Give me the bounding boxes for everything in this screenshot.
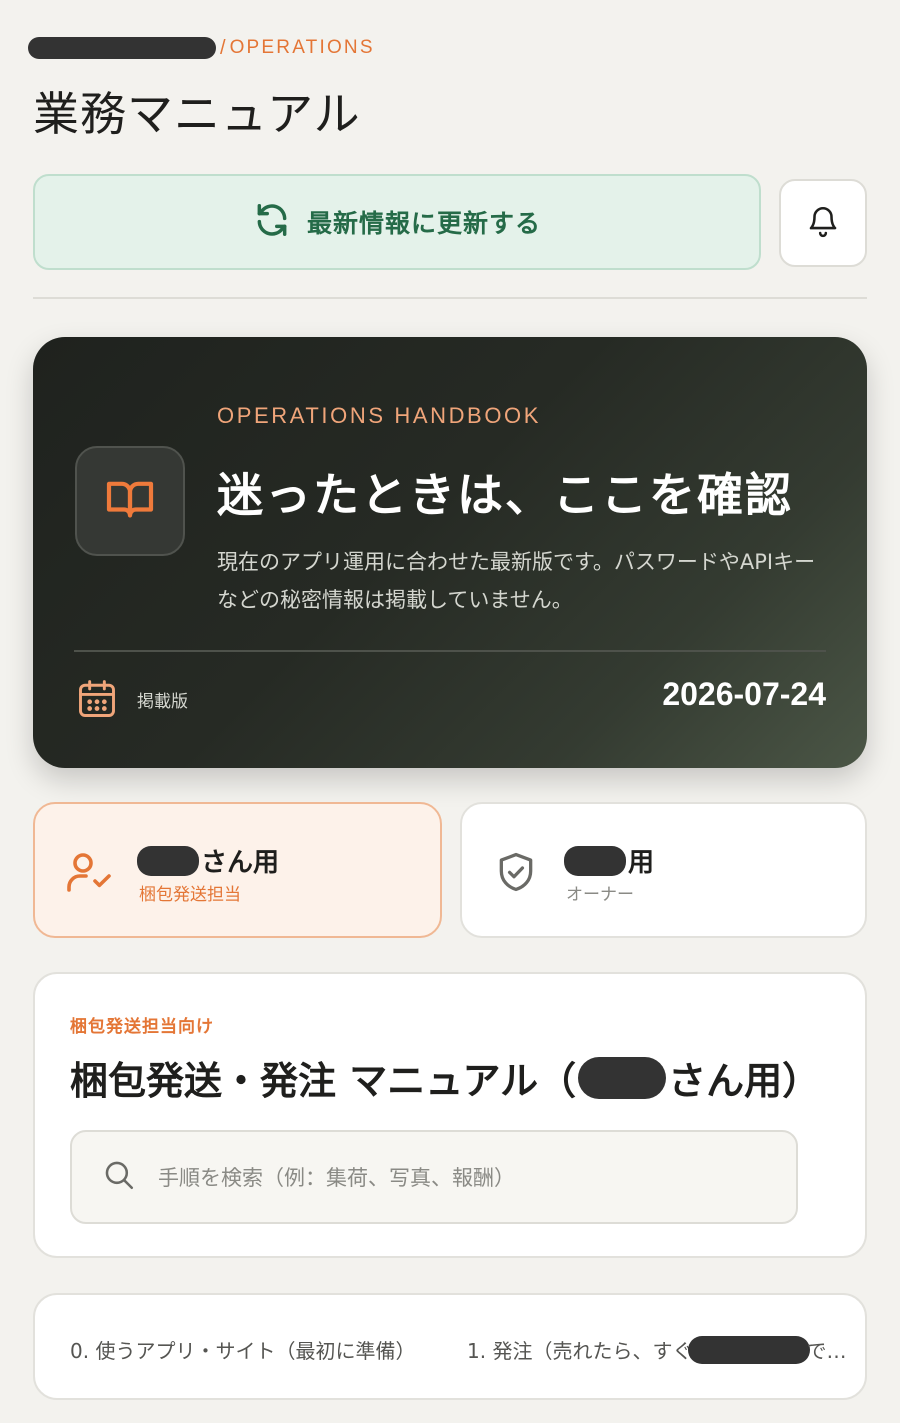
hero-heading: 迷ったときは、ここを確認 bbox=[217, 468, 793, 522]
refresh-button-label: 最新情報に更新する bbox=[306, 209, 541, 238]
role-title-suffix: さん用 bbox=[201, 848, 280, 878]
breadcrumb: / OPERATIONS bbox=[28, 36, 375, 60]
section-divider bbox=[33, 297, 867, 299]
manual-card: 梱包発送担当向け 梱包発送・発注 マニュアル（ さん用） 手順を検索（例：集荷、… bbox=[33, 972, 867, 1258]
toc-item[interactable]: 1. 発注（売れたら、すぐ で… bbox=[467, 1335, 846, 1364]
breadcrumb-section[interactable]: OPERATIONS bbox=[230, 37, 375, 59]
hero-divider bbox=[74, 650, 826, 652]
toc-item-label-prefix: 1. 発注（売れたら、すぐ bbox=[467, 1339, 693, 1363]
redacted-text bbox=[578, 1056, 667, 1099]
role-title: 用 bbox=[564, 842, 654, 879]
toc-item[interactable]: 0. 使うアプリ・サイト（最初に準備） bbox=[70, 1335, 415, 1364]
search-placeholder: 手順を検索（例：集荷、写真、報酬） bbox=[158, 1166, 515, 1190]
redacted-text bbox=[28, 37, 216, 59]
refresh-icon bbox=[253, 201, 291, 243]
role-subtitle: オーナー bbox=[566, 885, 634, 905]
role-title-suffix: 用 bbox=[628, 848, 655, 878]
role-subtitle: 梱包発送担当 bbox=[139, 885, 241, 905]
manual-kicker: 梱包発送担当向け bbox=[70, 1017, 214, 1037]
hero-kicker: OPERATIONS HANDBOOK bbox=[217, 403, 542, 428]
hero-icon-container bbox=[75, 446, 185, 556]
shield-check-icon bbox=[494, 848, 538, 900]
page: / OPERATIONS 業務マニュアル 最新情報に更新する OPERATION… bbox=[0, 0, 900, 1423]
hero-date-label: 掲載版 bbox=[137, 692, 188, 712]
refresh-button[interactable]: 最新情報に更新する bbox=[33, 174, 761, 270]
toc-nav: 0. 使うアプリ・サイト（最初に準備） 1. 発注（売れたら、すぐ で… bbox=[33, 1293, 867, 1400]
manual-title-suffix: さん用） bbox=[668, 1059, 821, 1103]
book-icon bbox=[102, 471, 158, 531]
redacted-text bbox=[564, 845, 626, 876]
role-title: さん用 bbox=[137, 842, 279, 879]
bell-icon bbox=[806, 204, 840, 242]
role-card-owner[interactable]: 用 オーナー bbox=[460, 802, 867, 938]
redacted-text bbox=[688, 1335, 811, 1364]
toc-item-label: 0. 使うアプリ・サイト（最初に準備） bbox=[70, 1339, 416, 1363]
hero-description: 現在のアプリ運用に合わせた最新版です。パスワードやAPIキーなどの秘密情報は掲載… bbox=[217, 550, 816, 612]
manual-title-prefix: 梱包発送・発注 マニュアル（ bbox=[70, 1059, 577, 1103]
hero-date: 2026-07-24 bbox=[662, 676, 826, 712]
breadcrumb-separator: / bbox=[220, 36, 226, 59]
redacted-text bbox=[137, 845, 199, 876]
calendar-icon bbox=[75, 677, 119, 725]
manual-title: 梱包発送・発注 マニュアル（ さん用） bbox=[70, 1050, 820, 1105]
user-check-icon bbox=[65, 848, 113, 900]
search-icon bbox=[102, 1158, 136, 1196]
role-card-packing[interactable]: さん用 梱包発送担当 bbox=[33, 802, 442, 938]
notifications-button[interactable] bbox=[779, 179, 867, 267]
search-input[interactable]: 手順を検索（例：集荷、写真、報酬） bbox=[70, 1130, 798, 1224]
toc-item-label-suffix: で… bbox=[806, 1339, 847, 1363]
page-title: 業務マニュアル bbox=[33, 87, 361, 141]
handbook-hero-card: OPERATIONS HANDBOOK 迷ったときは、ここを確認 現在のアプリ運… bbox=[33, 337, 867, 768]
